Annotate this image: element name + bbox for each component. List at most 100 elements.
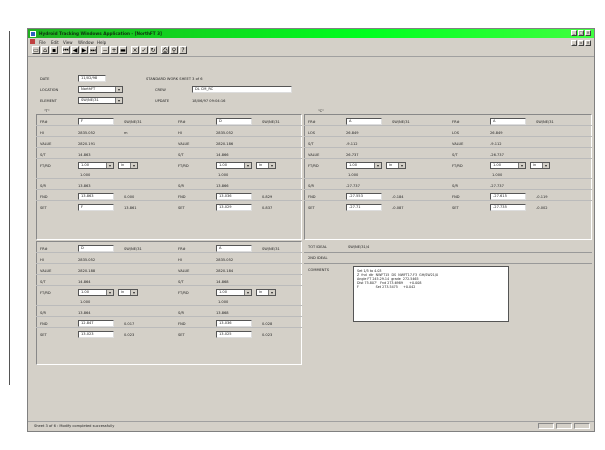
unit-value: in — [121, 163, 125, 167]
los-value: 26.849 — [346, 131, 359, 135]
unit-select[interactable]: in ▾ — [256, 162, 276, 169]
fr-label: FR# — [40, 120, 48, 124]
date-label: DATE — [40, 77, 50, 81]
unit-select[interactable]: in ▾ — [118, 162, 138, 169]
hi-label: HI — [178, 131, 182, 135]
ftrd-select[interactable]: 1.00 ▾ — [490, 162, 526, 169]
save-icon[interactable]: ▪ — [50, 46, 58, 54]
element-label: ELEMENT — [40, 99, 57, 103]
chevron-down-icon[interactable]: ▾ — [244, 290, 251, 295]
chevron-down-icon[interactable]: ▾ — [268, 163, 275, 168]
set-field[interactable]: 13.025 — [216, 331, 252, 338]
last-icon[interactable]: ⏭ — [89, 46, 97, 54]
fr-field[interactable]: D — [78, 245, 114, 252]
row-divider — [36, 305, 302, 306]
refresh-icon[interactable]: ↻ — [149, 46, 157, 54]
value-label: VALUE — [40, 269, 52, 273]
chevron-down-icon[interactable]: ▾ — [106, 290, 113, 295]
ftrd-select[interactable]: 1.00 ▾ — [216, 162, 252, 169]
date-field[interactable]: 11/02/98 — [78, 75, 106, 82]
second-ideal-label: 2ND IDEAL — [308, 256, 328, 260]
chevron-down-icon[interactable]: ▾ — [518, 163, 525, 168]
ftrd-select[interactable]: 1.00 ▾ — [346, 162, 382, 169]
hi-unit: m — [124, 131, 128, 135]
ftrd-label: FT/RD — [308, 164, 319, 168]
set-field[interactable]: 13.023 — [78, 331, 114, 338]
set-field[interactable]: F — [78, 204, 114, 211]
prev-icon[interactable]: ◀ — [71, 46, 79, 54]
set-diff: -0.002 — [536, 206, 548, 210]
unit-select[interactable]: in ▾ — [256, 289, 276, 296]
st-label: VALUE — [452, 142, 464, 146]
ftrd-select[interactable]: 1.00 ▾ — [78, 162, 114, 169]
plus-icon[interactable]: + — [110, 46, 118, 54]
cancel-icon[interactable]: × — [131, 46, 139, 54]
row-divider — [36, 189, 302, 190]
delete-icon[interactable]: ▬ — [119, 46, 127, 54]
maximize-icon[interactable]: □ — [578, 30, 584, 36]
ftrd-select[interactable]: 1.00 ▾ — [216, 289, 252, 296]
menu-window[interactable]: Window — [78, 40, 94, 45]
ftrd-label: FT/RD — [40, 291, 51, 295]
crew-label: CREW — [155, 88, 166, 92]
open-icon[interactable]: ⌂ — [41, 46, 49, 54]
fr-label: FR# — [178, 120, 186, 124]
row-divider — [304, 147, 592, 148]
comments-box[interactable]: Set 1/5 to 4.03 Z fnd dtr NWFT15 DS NWFT… — [353, 266, 509, 322]
minus-icon[interactable]: − — [101, 46, 109, 54]
chevron-down-icon[interactable]: ▾ — [244, 163, 251, 168]
new-icon[interactable]: ▭ — [32, 46, 40, 54]
chevron-down-icon[interactable]: ▾ — [542, 163, 549, 168]
crew-field[interactable]: DL CM_RC — [192, 86, 292, 93]
chevron-down-icon[interactable]: ▾ — [130, 163, 137, 168]
minimize-icon[interactable]: _ — [571, 30, 577, 36]
value-label: S/T — [452, 153, 458, 157]
fr-field[interactable]: A — [216, 245, 252, 252]
fnd-field[interactable]: 13.863 — [78, 193, 114, 200]
first-icon[interactable]: ⏮ — [62, 46, 70, 54]
set-field[interactable]: -27.71 — [346, 204, 382, 211]
fr-field[interactable]: A — [346, 118, 382, 125]
location-select[interactable]: NorthFT ▾ — [78, 86, 123, 93]
menu-help[interactable]: Help — [97, 40, 106, 45]
element-select[interactable]: SW/NE/31 ▾ — [78, 97, 123, 104]
fnd-field[interactable]: 13.036 — [216, 320, 252, 327]
check-icon[interactable]: ✓ — [140, 46, 148, 54]
menu-view[interactable]: View — [63, 40, 73, 45]
ftrd-value: 1.00 — [219, 290, 228, 294]
print-icon[interactable]: ⎙ — [161, 46, 169, 54]
ftrd-value: 1.00 — [349, 163, 358, 167]
close-icon[interactable]: × — [585, 30, 591, 36]
help-icon[interactable]: ? — [179, 46, 187, 54]
unit-select[interactable]: in ▾ — [118, 289, 138, 296]
next-icon[interactable]: ▶ — [80, 46, 88, 54]
chevron-down-icon[interactable]: ▾ — [115, 98, 122, 103]
status-text: Sheet 3 of 6 : Modify completed successf… — [34, 424, 115, 428]
chevron-down-icon[interactable]: ▾ — [130, 290, 137, 295]
divider — [304, 263, 592, 264]
fnd-field[interactable]: -27.615 — [490, 193, 526, 200]
fnd-field[interactable]: 12.847 — [78, 320, 114, 327]
chevron-down-icon[interactable]: ▾ — [268, 290, 275, 295]
unit-value: in — [389, 163, 393, 167]
section-t-label: "T" — [44, 109, 50, 113]
chevron-down-icon[interactable]: ▾ — [115, 87, 122, 92]
chevron-down-icon[interactable]: ▾ — [106, 163, 113, 168]
menu-file[interactable]: File — [39, 40, 46, 45]
status-bar: Sheet 3 of 6 : Modify completed successf… — [28, 421, 594, 431]
row-divider — [304, 178, 592, 179]
unit-select[interactable]: in ▾ — [386, 162, 406, 169]
set-field[interactable]: 13.029 — [216, 204, 252, 211]
fr-field[interactable]: A — [490, 118, 526, 125]
set-field[interactable]: -27.735 — [490, 204, 526, 211]
fr-field[interactable]: F — [78, 118, 114, 125]
find-icon[interactable]: ⚲ — [170, 46, 178, 54]
unit-select[interactable]: in ▾ — [530, 162, 550, 169]
menu-edit[interactable]: Edit — [51, 40, 59, 45]
fr-field[interactable]: D — [216, 118, 252, 125]
ftrd-select[interactable]: 1.00 ▾ — [78, 289, 114, 296]
fnd-field[interactable]: -27.553 — [346, 193, 382, 200]
fnd-field[interactable]: 13.036 — [216, 193, 252, 200]
chevron-down-icon[interactable]: ▾ — [398, 163, 405, 168]
chevron-down-icon[interactable]: ▾ — [374, 163, 381, 168]
